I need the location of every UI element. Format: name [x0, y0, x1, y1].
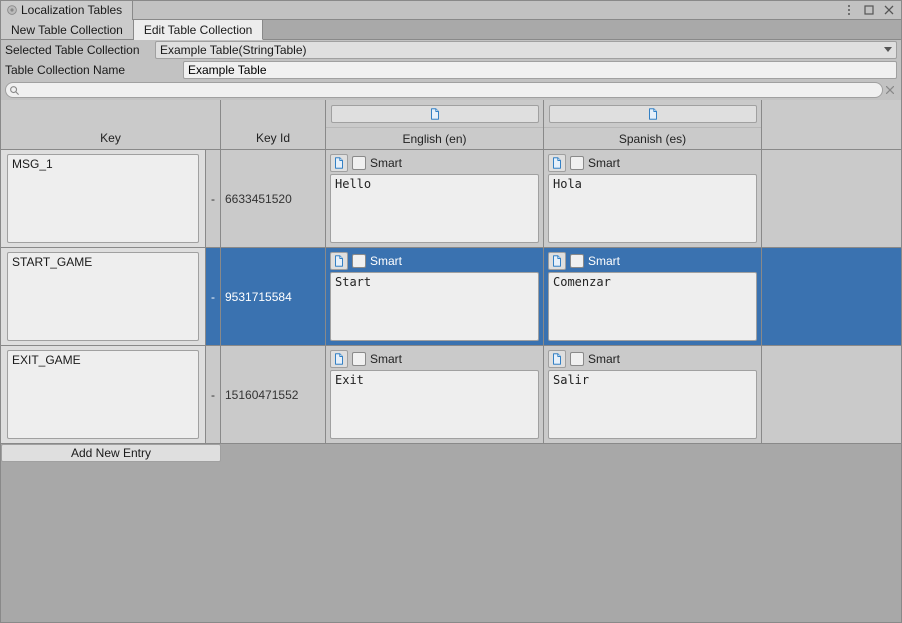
tab-new-collection[interactable]: New Table Collection	[1, 20, 134, 39]
document-icon	[429, 108, 441, 120]
close-icon[interactable]	[883, 4, 895, 16]
collection-name-input[interactable]	[183, 61, 897, 79]
table-header: Key Key Id English (en)Spanish (es)	[1, 100, 901, 150]
smart-checkbox[interactable]	[570, 156, 584, 170]
selected-collection-row: Selected Table Collection Example Table(…	[1, 40, 901, 60]
titlebar: Localization Tables	[1, 1, 901, 20]
selected-collection-label: Selected Table Collection	[5, 43, 155, 57]
remove-row-button[interactable]: -	[206, 150, 221, 247]
value-textarea[interactable]: Hola	[548, 174, 757, 243]
key-input[interactable]: START_GAME	[7, 252, 199, 341]
document-icon	[551, 157, 563, 169]
smart-label: Smart	[588, 352, 620, 366]
value-textarea[interactable]: Comenzar	[548, 272, 757, 341]
value-config-button[interactable]	[548, 154, 566, 172]
value-cell: Smart Hello	[326, 150, 544, 247]
row-spacer	[762, 346, 901, 443]
key-input[interactable]: EXIT_GAME	[7, 350, 199, 439]
add-new-entry-button[interactable]: Add New Entry	[1, 444, 221, 462]
value-config-button[interactable]	[330, 252, 348, 270]
value-cell: Smart Exit	[326, 346, 544, 443]
search-icon	[9, 85, 20, 96]
chevron-down-icon	[884, 47, 892, 53]
search-box[interactable]	[5, 82, 883, 98]
value-textarea[interactable]: Start	[330, 272, 539, 341]
smart-label: Smart	[588, 156, 620, 170]
smart-checkbox[interactable]	[570, 254, 584, 268]
header-lang: Spanish (es)	[544, 100, 762, 149]
row-spacer	[762, 150, 901, 247]
search-clear-button[interactable]	[883, 83, 897, 97]
value-cell: Smart Hola	[544, 150, 762, 247]
value-textarea[interactable]: Salir	[548, 370, 757, 439]
selected-collection-dropdown[interactable]: Example Table(StringTable)	[155, 41, 897, 59]
value-config-button[interactable]	[548, 350, 566, 368]
value-config-button[interactable]	[330, 350, 348, 368]
document-icon	[333, 255, 345, 267]
smart-label: Smart	[370, 156, 402, 170]
x-icon	[886, 86, 894, 94]
key-cell: MSG_1	[1, 150, 206, 247]
table-row[interactable]: START_GAME-9531715584 Smart Start Smart Come…	[1, 248, 901, 346]
key-cell: START_GAME	[1, 248, 206, 345]
lang-config-button[interactable]	[549, 105, 757, 123]
lang-label: Spanish (es)	[544, 127, 761, 149]
smart-checkbox[interactable]	[570, 352, 584, 366]
key-cell: EXIT_GAME	[1, 346, 206, 443]
value-cell: Smart Salir	[544, 346, 762, 443]
document-icon	[647, 108, 659, 120]
key-input[interactable]: MSG_1	[7, 154, 199, 243]
table-row[interactable]: MSG_1-6633451520 Smart Hello Smart Hola	[1, 150, 901, 248]
key-id-cell: 15160471552	[221, 346, 326, 443]
lang-config-button[interactable]	[331, 105, 539, 123]
value-cell: Smart Start	[326, 248, 544, 345]
smart-checkbox[interactable]	[352, 156, 366, 170]
tab-edit-collection[interactable]: Edit Table Collection	[134, 20, 264, 40]
selected-collection-value: Example Table(StringTable)	[160, 43, 307, 57]
search-input[interactable]	[20, 83, 879, 97]
smart-checkbox[interactable]	[352, 254, 366, 268]
key-id-cell: 9531715584	[221, 248, 326, 345]
window-title: Localization Tables	[21, 3, 122, 17]
collection-name-row: Table Collection Name	[1, 60, 901, 80]
remove-row-button[interactable]: -	[206, 248, 221, 345]
smart-label: Smart	[370, 254, 402, 268]
header-lang: English (en)	[326, 100, 544, 149]
value-cell: Smart Comenzar	[544, 248, 762, 345]
tabs-row: New Table Collection Edit Table Collecti…	[1, 20, 901, 40]
gear-icon	[5, 3, 19, 17]
remove-row-button[interactable]: -	[206, 346, 221, 443]
smart-label: Smart	[588, 254, 620, 268]
maximize-icon[interactable]	[863, 4, 875, 16]
key-id-cell: 6633451520	[221, 150, 326, 247]
search-row	[1, 80, 901, 100]
kebab-icon[interactable]	[843, 4, 855, 16]
document-icon	[333, 353, 345, 365]
document-icon	[551, 353, 563, 365]
row-spacer	[762, 248, 901, 345]
document-icon	[551, 255, 563, 267]
document-icon	[333, 157, 345, 169]
collection-name-label: Table Collection Name	[5, 63, 183, 77]
header-key-id: Key Id	[221, 100, 326, 149]
value-textarea[interactable]: Hello	[330, 174, 539, 243]
value-config-button[interactable]	[548, 252, 566, 270]
lang-label: English (en)	[326, 127, 543, 149]
table-row[interactable]: EXIT_GAME-15160471552 Smart Exit Smart Salir	[1, 346, 901, 444]
smart-checkbox[interactable]	[352, 352, 366, 366]
value-config-button[interactable]	[330, 154, 348, 172]
window-tab[interactable]: Localization Tables	[1, 1, 133, 20]
value-textarea[interactable]: Exit	[330, 370, 539, 439]
header-key: Key	[1, 100, 221, 149]
header-spacer	[762, 100, 901, 149]
smart-label: Smart	[370, 352, 402, 366]
